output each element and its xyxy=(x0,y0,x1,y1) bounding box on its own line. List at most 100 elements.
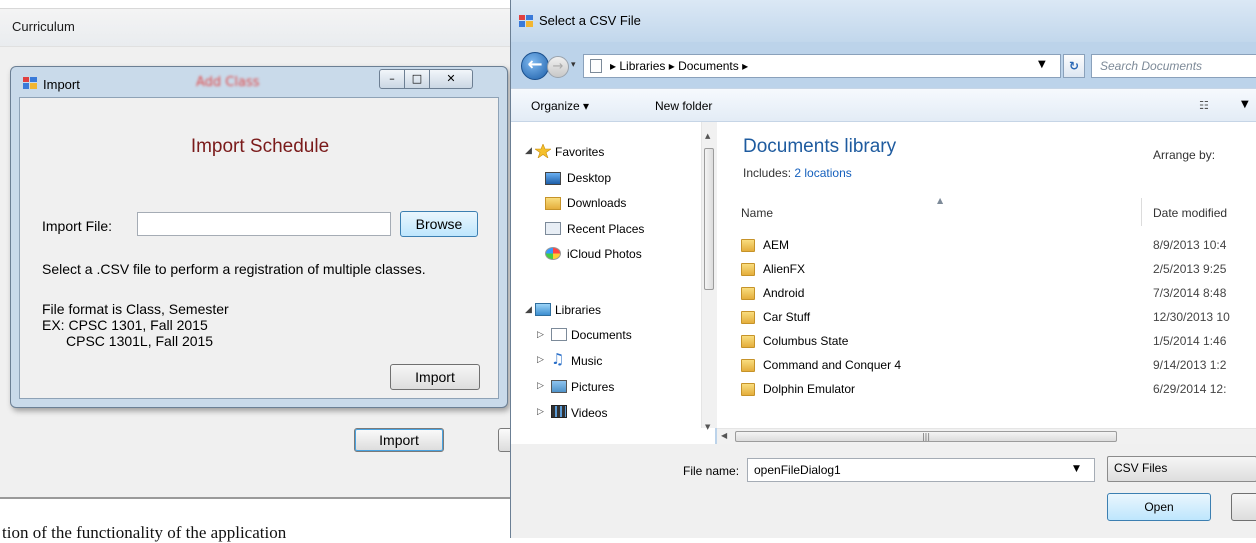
downloads-folder-icon xyxy=(545,197,561,210)
cancel-button[interactable] xyxy=(1231,493,1256,521)
folder-icon xyxy=(741,335,755,348)
refresh-icon[interactable]: ↻ xyxy=(1063,54,1085,78)
list-item[interactable]: Dolphin Emulator 6/29/2014 12: xyxy=(717,378,1256,402)
expand-arrow-icon[interactable]: ◢ xyxy=(525,305,532,315)
search-input[interactable]: Search Documents xyxy=(1091,54,1256,78)
scroll-up-arrow-icon[interactable]: ▲ xyxy=(705,132,710,140)
file-dialog-toolbar: Organize ▾ New folder ☷ ▼ xyxy=(511,88,1256,122)
expand-arrow-icon[interactable]: ▷ xyxy=(537,330,544,340)
chevron-down-icon[interactable]: ▼ xyxy=(1038,59,1046,70)
nav-desktop[interactable]: Desktop xyxy=(567,171,611,185)
app-icon xyxy=(23,77,37,89)
navigation-pane: ◢ Favorites Desktop Downloads Recent Pla… xyxy=(511,122,715,495)
import-dialog-body: Import Schedule Import File: Browse Sele… xyxy=(19,97,499,399)
music-icon: ♫ xyxy=(551,350,565,368)
curriculum-titlebar xyxy=(0,9,512,47)
pictures-icon xyxy=(551,380,567,393)
file-name: Car Stuff xyxy=(763,310,811,324)
history-dropdown-icon[interactable]: ▾ xyxy=(571,60,576,70)
expand-arrow-icon[interactable]: ◢ xyxy=(525,146,532,156)
file-dialog-footer: File name: openFileDialog1 ▼ CSV Files O… xyxy=(511,444,1256,538)
file-name: Android xyxy=(763,286,805,300)
nav-libraries[interactable]: Libraries xyxy=(555,303,601,317)
nav-music[interactable]: Music xyxy=(571,354,602,368)
back-arrow-icon[interactable]: ← xyxy=(521,52,549,80)
nav-downloads[interactable]: Downloads xyxy=(567,196,626,210)
import-file-input[interactable] xyxy=(137,212,391,236)
list-item[interactable]: Command and Conquer 4 9/14/2013 1:2 xyxy=(717,354,1256,378)
file-date: 6/29/2014 12: xyxy=(1153,382,1227,396)
nav-favorites[interactable]: Favorites xyxy=(555,145,604,159)
nav-icloud-photos[interactable]: iCloud Photos xyxy=(567,247,642,261)
nav-videos[interactable]: Videos xyxy=(571,406,607,420)
horizontal-scrollbar-thumb[interactable]: ||| xyxy=(735,431,1117,442)
view-options-icon[interactable]: ☷ xyxy=(1199,99,1209,112)
expand-arrow-icon[interactable]: ▷ xyxy=(537,407,544,417)
file-name: Dolphin Emulator xyxy=(763,382,856,396)
document-icon xyxy=(590,59,602,73)
folder-icon xyxy=(741,311,755,324)
videos-icon xyxy=(551,405,567,418)
browse-button[interactable]: Browse xyxy=(400,211,478,237)
file-name: AlienFX xyxy=(763,262,806,276)
minimize-button[interactable]: – xyxy=(379,69,405,89)
forward-arrow-icon[interactable]: → xyxy=(547,56,569,78)
file-dialog-title: Select a CSV File xyxy=(539,13,641,28)
column-separator[interactable] xyxy=(1141,198,1142,226)
nav-documents[interactable]: Documents xyxy=(571,328,632,342)
file-date: 7/3/2014 8:48 xyxy=(1153,286,1227,300)
import-titlebar[interactable]: Import Add Class – □ ✕ xyxy=(11,67,507,97)
blurred-window-title: Add Class xyxy=(196,75,260,90)
import-button[interactable]: Import xyxy=(390,364,480,390)
file-name-input[interactable]: openFileDialog1 xyxy=(747,458,1095,482)
organize-button[interactable]: Organize ▾ xyxy=(531,99,589,113)
library-title: Documents library xyxy=(743,136,897,157)
list-item[interactable]: Android 7/3/2014 8:48 xyxy=(717,282,1256,306)
import-dialog: Import Add Class – □ ✕ Import Schedule I… xyxy=(10,66,508,408)
arrange-by-label[interactable]: Arrange by: xyxy=(1153,148,1215,162)
column-header-name[interactable]: Name xyxy=(741,206,773,220)
file-name: Columbus State xyxy=(763,334,849,348)
file-name: AEM xyxy=(763,238,790,252)
scroll-down-arrow-icon[interactable]: ▼ xyxy=(705,423,710,431)
file-date: 9/14/2013 1:2 xyxy=(1153,358,1227,372)
import-heading: Import Schedule xyxy=(190,136,330,157)
expand-arrow-icon[interactable]: ▷ xyxy=(537,381,544,391)
example-line-2: CPSC 1301L, Fall 2015 xyxy=(66,333,214,349)
file-date: 2/5/2013 9:25 xyxy=(1153,262,1227,276)
chevron-down-icon[interactable]: ▼ xyxy=(1073,464,1080,474)
open-button[interactable]: Open xyxy=(1107,493,1211,521)
breadcrumb[interactable]: ▸ Libraries ▸ Documents ▸ xyxy=(610,59,748,73)
column-header-date-modified[interactable]: Date modified xyxy=(1153,206,1227,220)
desktop-icon xyxy=(545,172,561,185)
horizontal-scrollbar[interactable]: ◀ ||| xyxy=(717,428,1256,444)
documents-icon xyxy=(551,328,567,341)
list-item[interactable]: Columbus State 1/5/2014 1:46 xyxy=(717,330,1256,354)
folder-icon xyxy=(741,359,755,372)
new-folder-button[interactable]: New folder xyxy=(655,99,712,113)
locations-link[interactable]: 2 locations xyxy=(794,166,851,180)
close-button[interactable]: ✕ xyxy=(429,69,473,89)
sort-up-icon: ▲ xyxy=(937,196,944,205)
scroll-left-arrow-icon[interactable]: ◀ xyxy=(721,431,727,440)
file-date: 1/5/2014 1:46 xyxy=(1153,334,1227,348)
import-dialog-title: Import xyxy=(43,77,80,92)
list-item[interactable]: AEM 8/9/2013 10:4 xyxy=(717,234,1256,258)
maximize-button[interactable]: □ xyxy=(404,69,430,89)
file-dialog-titlebar[interactable]: Select a CSV File xyxy=(511,0,1256,42)
file-format-text: File format is Class, Semester xyxy=(42,301,229,317)
nav-pictures[interactable]: Pictures xyxy=(571,380,614,394)
file-type-select[interactable]: CSV Files xyxy=(1107,456,1256,482)
curriculum-import-button[interactable]: Import xyxy=(354,428,444,452)
import-instruction-text: Select a .CSV file to perform a registra… xyxy=(42,261,426,277)
address-bar[interactable]: ▸ Libraries ▸ Documents ▸ ▼ xyxy=(583,54,1061,78)
nav-scrollbar-thumb[interactable] xyxy=(704,148,714,290)
file-date: 8/9/2013 10:4 xyxy=(1153,238,1227,252)
import-file-label: Import File: xyxy=(42,218,113,234)
expand-arrow-icon[interactable]: ▷ xyxy=(537,355,544,365)
recent-places-icon xyxy=(545,222,561,235)
list-item[interactable]: Car Stuff 12/30/2013 10 xyxy=(717,306,1256,330)
nav-recent-places[interactable]: Recent Places xyxy=(567,222,644,236)
chevron-down-icon[interactable]: ▼ xyxy=(1241,99,1249,110)
list-item[interactable]: AlienFX 2/5/2013 9:25 xyxy=(717,258,1256,282)
